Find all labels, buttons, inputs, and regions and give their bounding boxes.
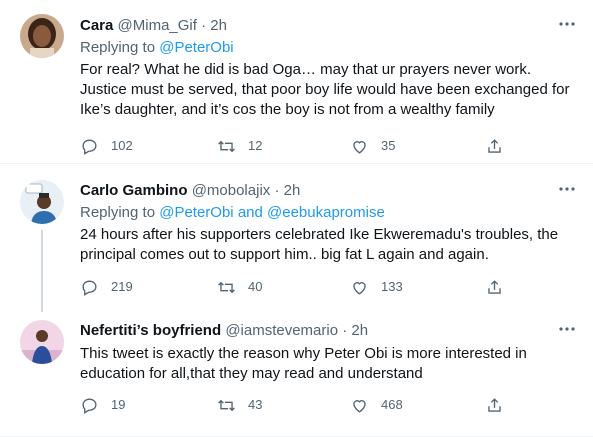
like-icon [353, 399, 366, 413]
more-icon[interactable] [557, 319, 577, 339]
like-button[interactable]: 133 [350, 277, 403, 297]
avatar[interactable] [20, 180, 64, 224]
replying-to-link-2[interactable]: @eebukapromise [267, 204, 385, 221]
retweet-icon [218, 399, 235, 411]
tweet-cara[interactable]: Cara @Mima_Gif · 2h Replying to @PeterOb… [0, 0, 593, 160]
timestamp[interactable]: 2h [351, 322, 368, 339]
display-name[interactable]: Cara [80, 17, 113, 34]
retweet-icon [218, 140, 235, 152]
reply-button[interactable]: 19 [80, 395, 125, 415]
reply-button[interactable]: 219 [80, 277, 133, 297]
display-name[interactable]: Nefertiti’s boyfriend [80, 322, 221, 339]
retweet-icon [218, 281, 235, 293]
reply-button[interactable]: 102 [80, 136, 133, 156]
timestamp[interactable]: 2h [210, 17, 227, 34]
more-icon[interactable] [557, 179, 577, 199]
user-handle[interactable]: @Mima_Gif [118, 17, 197, 34]
reply-icon [82, 397, 97, 414]
retweet-button[interactable]: 40 [217, 277, 262, 297]
separator-dot: · [201, 17, 207, 34]
more-icon[interactable] [557, 14, 577, 34]
retweet-count: 40 [248, 279, 263, 294]
like-count: 133 [381, 279, 403, 294]
like-icon [353, 140, 366, 154]
replying-to-label: Replying to [80, 204, 156, 221]
reply-count: 219 [111, 279, 133, 294]
tweet-actions: 219 40 133 [80, 277, 520, 297]
tweet-header: Cara @Mima_Gif · 2h [80, 16, 579, 36]
replying-to-link[interactable]: @PeterObi [159, 39, 233, 56]
tweet-header: Carlo Gambino @mobolajix · 2h [80, 181, 579, 201]
replying-to-and: and [237, 204, 263, 221]
share-icon [488, 397, 501, 412]
user-handle[interactable]: @iamstevemario [225, 322, 338, 339]
reply-icon [82, 279, 97, 296]
replying-to-label: Replying to [80, 39, 156, 56]
like-count: 468 [381, 397, 403, 412]
replying-to: Replying to @PeterObi [80, 38, 234, 58]
avatar[interactable] [20, 320, 64, 364]
display-name[interactable]: Carlo Gambino [80, 182, 188, 199]
tweet-actions: 102 12 35 [80, 136, 520, 156]
retweet-button[interactable]: 43 [217, 395, 262, 415]
user-handle[interactable]: @mobolajix [192, 182, 271, 199]
tweet-header: Nefertiti’s boyfriend @iamstevemario · 2… [80, 321, 579, 341]
like-count: 35 [381, 138, 396, 153]
tweet-text: This tweet is exactly the reason why Pet… [80, 345, 527, 382]
share-button[interactable] [485, 395, 504, 415]
retweet-button[interactable]: 12 [217, 136, 262, 156]
retweet-count: 43 [248, 397, 263, 412]
reply-count: 102 [111, 138, 133, 153]
tweet-text: 24 hours after his supporters celebrated… [80, 226, 559, 263]
separator-dot: · [342, 322, 348, 339]
share-icon [488, 279, 501, 294]
share-icon [488, 138, 501, 153]
share-button[interactable] [485, 136, 504, 156]
like-button[interactable]: 468 [350, 395, 403, 415]
like-icon [353, 281, 366, 295]
tweet-carlo-gambino[interactable]: Carlo Gambino @mobolajix · 2h Replying t… [0, 164, 593, 314]
avatar[interactable] [20, 14, 64, 58]
reply-count: 19 [111, 397, 126, 412]
retweet-count: 12 [248, 138, 263, 153]
tweet-nefertitis-boyfriend[interactable]: Nefertiti’s boyfriend @iamstevemario · 2… [0, 314, 593, 437]
reply-icon [82, 138, 97, 155]
separator-dot: · [274, 182, 280, 199]
tweet-text: For real? What he did is bad Oga… may th… [80, 61, 570, 118]
tweet-actions: 19 43 468 [80, 395, 520, 415]
timestamp[interactable]: 2h [284, 182, 301, 199]
share-button[interactable] [485, 277, 504, 297]
like-button[interactable]: 35 [350, 136, 395, 156]
replying-to-link[interactable]: @PeterObi [159, 204, 233, 221]
replying-to: Replying to @PeterObi and @eebukapromise [80, 203, 385, 223]
